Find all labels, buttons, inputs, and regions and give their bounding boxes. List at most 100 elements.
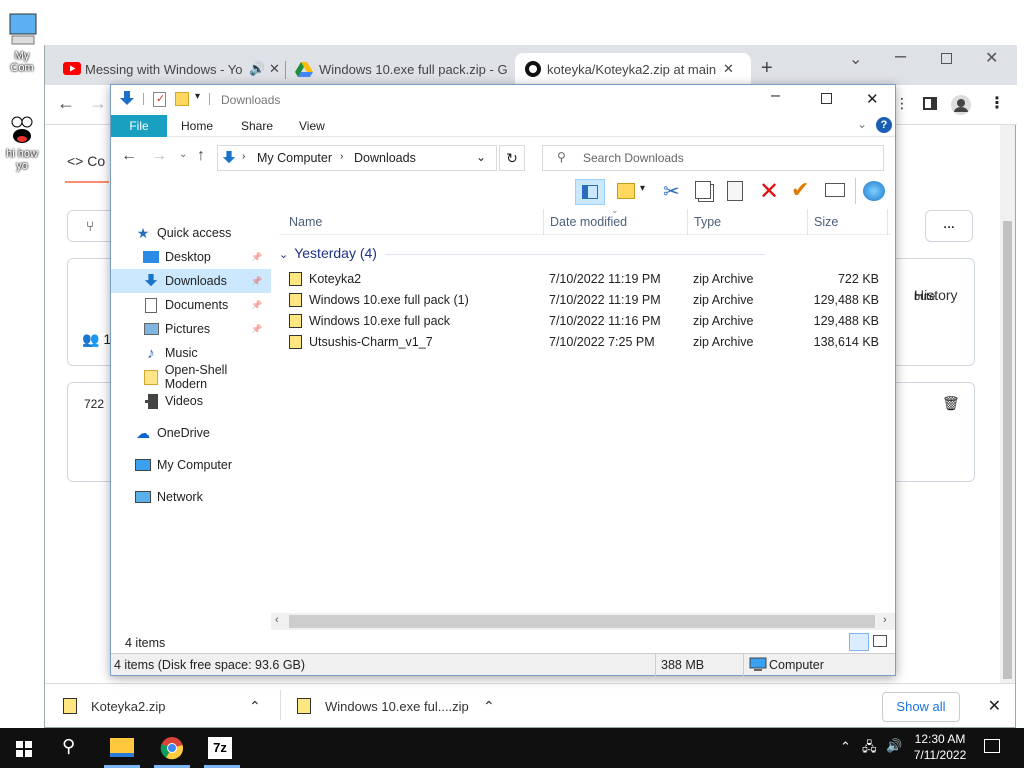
delete-icon[interactable]: ✕ xyxy=(759,177,779,206)
copy-icon[interactable] xyxy=(695,181,711,199)
scroll-thumb[interactable] xyxy=(1003,221,1012,679)
cut-icon[interactable]: ✂ xyxy=(663,179,680,204)
ribbon-tab-home[interactable]: Home xyxy=(181,119,213,133)
nav-item-my-computer[interactable]: My Computer xyxy=(111,453,271,477)
help-icon[interactable]: ? xyxy=(876,117,892,133)
pin-icon[interactable]: 📌 xyxy=(251,276,262,287)
tab-close-icon[interactable]: ✕ xyxy=(723,61,734,77)
column-size[interactable]: Size xyxy=(814,215,838,229)
column-divider[interactable] xyxy=(807,209,808,235)
expand-ribbon-icon[interactable]: ⌄ xyxy=(857,117,867,131)
group-header[interactable]: ⌄ Yesterday (4) xyxy=(279,245,765,261)
back-icon[interactable]: ← xyxy=(121,147,137,165)
clock[interactable]: 12:30 AM 7/11/2022 xyxy=(912,732,968,762)
code-tab[interactable]: <> Co xyxy=(67,153,105,169)
forward-icon[interactable]: → xyxy=(151,147,167,165)
show-all-button[interactable]: Show all xyxy=(882,692,960,722)
chrome-icon[interactable] xyxy=(160,736,184,760)
chevron-up-icon[interactable]: ⌃ xyxy=(249,698,261,715)
audio-icon[interactable]: 🔊 xyxy=(249,61,265,77)
nav-item-onedrive[interactable]: ☁ OneDrive xyxy=(111,421,271,445)
column-date-modified[interactable]: Date modified xyxy=(550,215,627,229)
paste-icon[interactable] xyxy=(727,181,743,201)
dropdown-icon[interactable]: ▾ xyxy=(640,183,645,194)
rename-check-icon[interactable]: ✔ xyxy=(791,177,809,203)
new-tab-button[interactable]: + xyxy=(761,57,773,80)
scroll-thumb[interactable] xyxy=(289,615,875,628)
large-icons-view-button[interactable] xyxy=(873,635,887,647)
horizontal-scrollbar[interactable]: ‹ › xyxy=(271,613,895,630)
browser-tab-youtube[interactable]: Messing with Windows - Yo 🔊 ✕ xyxy=(53,53,285,85)
column-divider[interactable] xyxy=(687,209,688,235)
ribbon-tab-view[interactable]: View xyxy=(299,119,325,133)
tray-chevron-icon[interactable]: ⌃ xyxy=(840,739,851,755)
browser-tab-drive[interactable]: Windows 10.exe full pack.zip - G xyxy=(287,53,513,85)
desktop-icon-meme[interactable]: hi how yo xyxy=(2,112,42,172)
shell-icon[interactable] xyxy=(863,181,885,201)
trash-icon[interactable]: 🗑 xyxy=(942,395,960,412)
close-button[interactable]: ✕ xyxy=(866,90,879,108)
download-item[interactable]: Koteyka2.zip ⌃ xyxy=(63,684,269,728)
column-name[interactable]: Name xyxy=(289,215,322,229)
search-icon[interactable]: ⚲ xyxy=(62,736,75,757)
notifications-icon[interactable] xyxy=(984,739,1000,753)
side-panel-icon[interactable] xyxy=(923,97,937,110)
rename-icon[interactable] xyxy=(825,183,845,197)
minimize-button[interactable]: – xyxy=(895,45,906,68)
file-row[interactable]: Utsushis-Charm_v1_7 7/10/2022 7:25 PM zip … xyxy=(285,332,885,353)
download-item[interactable]: Windows 10.exe ful....zip ⌃ xyxy=(297,684,503,728)
browser-tab-github[interactable]: koteyka/Koteyka2.zip at main ✕ xyxy=(515,53,751,85)
desktop-icon-my-computer[interactable]: My Com xyxy=(2,10,42,74)
scroll-right-icon[interactable]: › xyxy=(883,614,887,626)
breadcrumb-my-computer[interactable]: My Computer xyxy=(257,151,332,165)
nav-item-desktop[interactable]: Desktop 📌 xyxy=(111,245,271,269)
collapse-chevron-icon[interactable]: ⌄ xyxy=(279,249,288,261)
maximize-button[interactable] xyxy=(821,93,832,104)
file-explorer-taskbar-icon[interactable] xyxy=(110,738,134,757)
nav-item-videos[interactable]: Videos xyxy=(111,389,271,413)
refresh-button[interactable]: ↻ xyxy=(499,145,525,171)
close-button[interactable]: ✕ xyxy=(985,48,998,68)
sevenzip-taskbar-icon[interactable]: 7z xyxy=(208,737,232,759)
column-type[interactable]: Type xyxy=(694,215,721,229)
nav-item-music[interactable]: ♪ Music xyxy=(111,341,271,365)
nav-item-quick-access[interactable]: ★ Quick access xyxy=(111,221,271,245)
nav-item-downloads[interactable]: Downloads 📌 xyxy=(111,269,271,293)
chevron-up-icon[interactable]: ⌃ xyxy=(483,698,495,715)
breadcrumb-downloads[interactable]: Downloads xyxy=(354,151,416,165)
nav-item-pictures[interactable]: Pictures 📌 xyxy=(111,317,271,341)
start-button[interactable] xyxy=(16,741,32,757)
network-icon[interactable]: 🖧 xyxy=(862,738,877,760)
column-divider[interactable] xyxy=(887,209,888,235)
ribbon-tab-share[interactable]: Share xyxy=(241,119,273,133)
file-row[interactable]: Windows 10.exe full pack (1) 7/10/2022 11… xyxy=(285,290,885,311)
extension-icon[interactable]: ⋮ xyxy=(895,95,909,112)
properties-icon[interactable]: ✓ xyxy=(153,92,166,107)
pin-icon[interactable]: 📌 xyxy=(251,324,262,335)
menu-icon[interactable]: ⋮ xyxy=(989,93,1005,113)
maximize-button[interactable] xyxy=(941,53,952,64)
new-folder-icon[interactable] xyxy=(175,92,189,106)
recent-locations-icon[interactable]: ⌄ xyxy=(179,149,187,160)
properties-icon[interactable] xyxy=(617,183,635,199)
scroll-left-icon[interactable]: ‹ xyxy=(275,614,279,626)
nav-item-network[interactable]: Network xyxy=(111,485,271,509)
file-row[interactable]: Koteyka2 7/10/2022 11:19 PM zip Archive 722… xyxy=(285,269,885,290)
tab-search-icon[interactable]: ⌄ xyxy=(849,49,862,69)
pin-icon[interactable]: 📌 xyxy=(251,300,262,311)
up-icon[interactable]: ↑ xyxy=(197,147,205,165)
forward-icon[interactable]: → xyxy=(89,93,107,114)
volume-icon[interactable]: 🔊 xyxy=(886,738,902,754)
tab-close-icon[interactable]: ✕ xyxy=(269,61,280,77)
column-divider[interactable] xyxy=(543,209,544,235)
nav-item-documents[interactable]: Documents 📌 xyxy=(111,293,271,317)
preview-pane-button[interactable] xyxy=(575,179,605,205)
customize-quick-access-icon[interactable]: ▾ xyxy=(195,91,200,102)
back-icon[interactable]: ← xyxy=(57,93,75,114)
nav-item-open-shell-modern[interactable]: Open-Shell Modern xyxy=(111,363,271,391)
more-options-button[interactable]: … xyxy=(925,210,973,242)
chevron-down-icon[interactable]: ⌄ xyxy=(476,150,486,164)
minimize-button[interactable]: – xyxy=(771,87,780,105)
close-download-bar-icon[interactable]: ✕ xyxy=(988,696,1001,716)
profile-avatar-icon[interactable] xyxy=(951,95,971,115)
